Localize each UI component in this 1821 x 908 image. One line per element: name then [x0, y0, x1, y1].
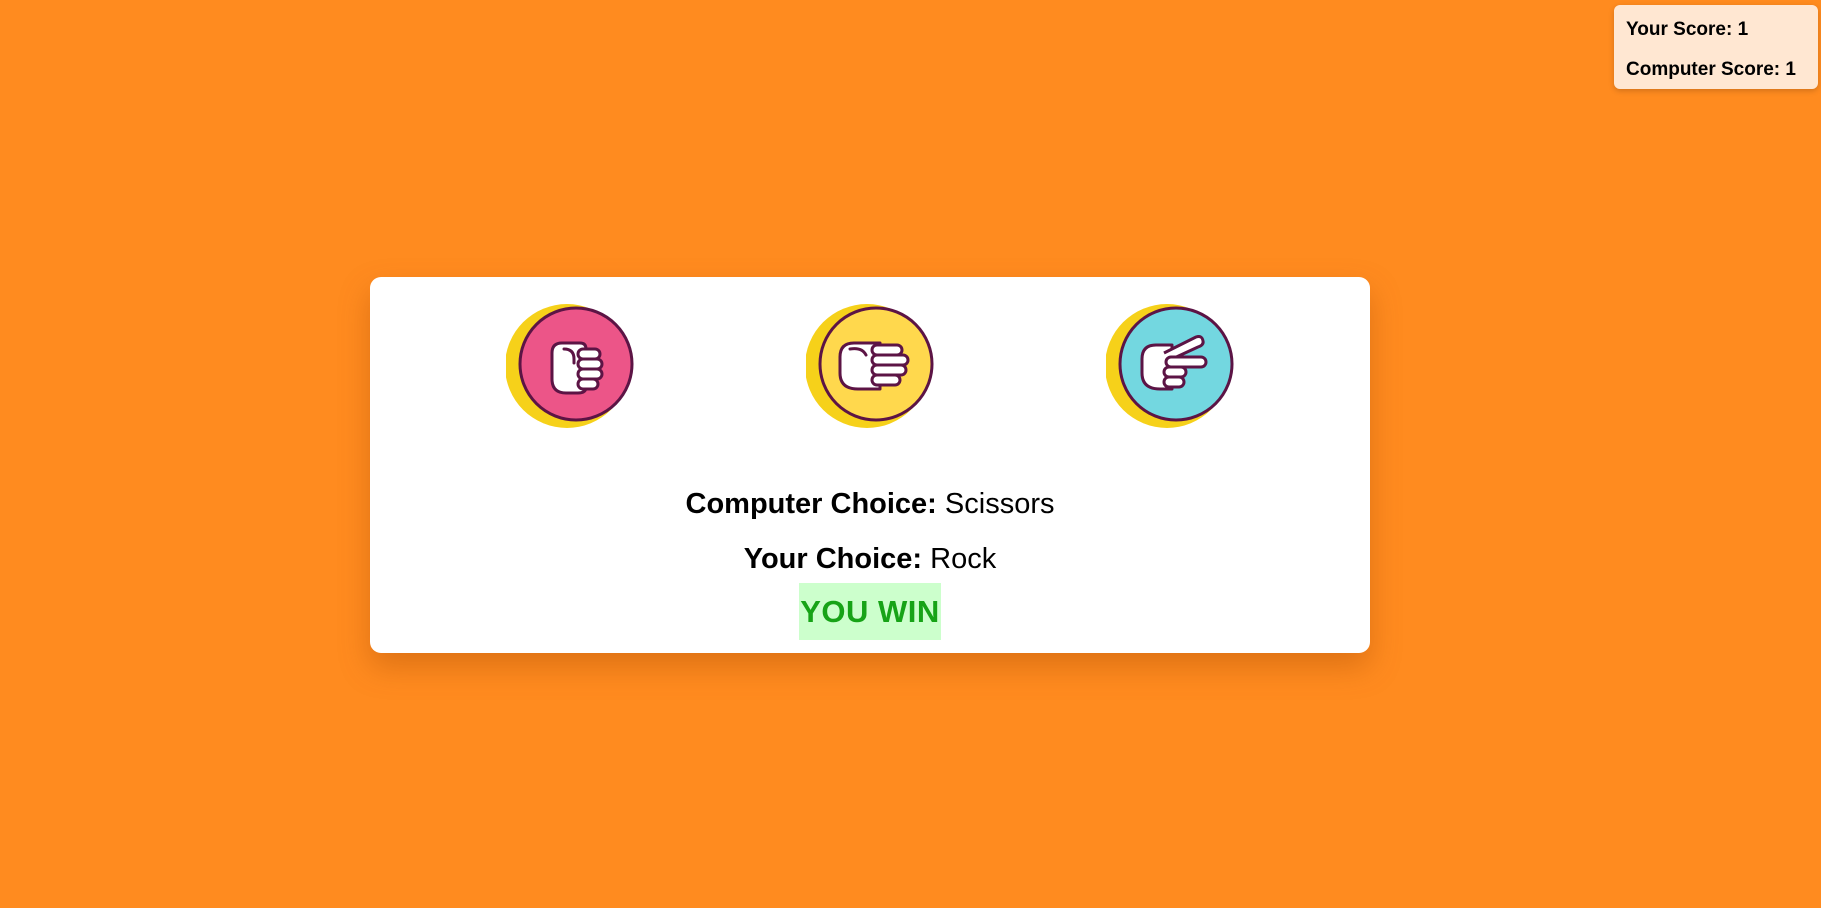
your-score-value: 1: [1737, 19, 1749, 40]
your-score: Your Score: 1: [1626, 15, 1818, 55]
rock-fist-icon: [506, 304, 634, 428]
computer-score-value: 1: [1785, 59, 1796, 80]
computer-choice-label: Computer Choice:: [685, 488, 937, 520]
your-choice-line: Your Choice: Rock: [370, 543, 1370, 576]
game-card: Computer Choice: Scissors Your Choice: R…: [370, 277, 1370, 653]
computer-score: Computer Score: 1: [1626, 55, 1818, 95]
your-score-label: Your Score:: [1626, 19, 1733, 40]
result-container: YOU WIN: [370, 583, 1370, 640]
rock-choice-button[interactable]: [506, 301, 636, 431]
result-outcome: YOU WIN: [799, 583, 941, 640]
computer-choice-value: Scissors: [944, 488, 1055, 520]
scissors-choice-button[interactable]: [1106, 301, 1236, 431]
paper-choice-button[interactable]: [806, 301, 936, 431]
scoreboard: Your Score: 1 Computer Score: 1: [1614, 5, 1818, 89]
computer-score-label: Computer Score:: [1626, 59, 1781, 80]
paper-hand-icon: [806, 304, 934, 428]
scissors-hand-icon: [1106, 304, 1234, 428]
computer-choice-line: Computer Choice: Scissors: [370, 488, 1370, 521]
your-choice-label: Your Choice:: [743, 543, 923, 575]
your-choice-value: Rock: [930, 543, 997, 575]
